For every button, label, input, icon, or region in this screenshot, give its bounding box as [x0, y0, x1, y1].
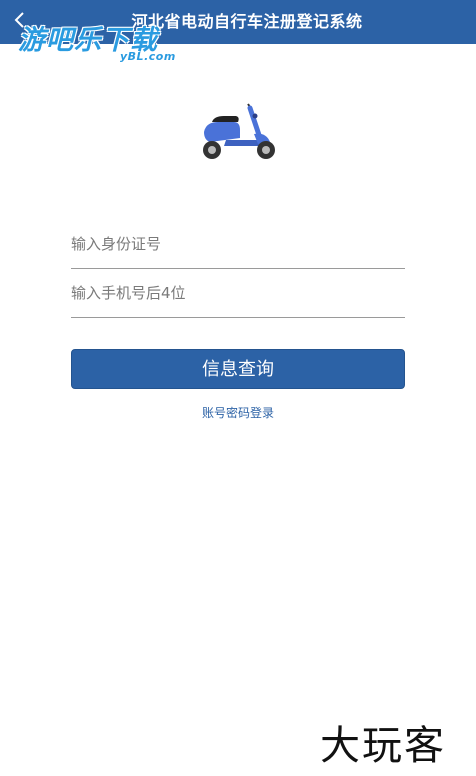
id-card-input[interactable]	[71, 220, 405, 268]
scooter-icon	[203, 103, 275, 159]
phone-field	[71, 269, 405, 318]
password-login-link[interactable]: 账号密码登录	[0, 404, 476, 421]
query-button[interactable]: 信息查询	[71, 349, 405, 389]
watermark-logo: 游吧乐下载 yBL.com	[18, 18, 188, 66]
id-card-field	[71, 220, 405, 269]
phone-last4-input[interactable]	[71, 269, 405, 317]
watermark-text: 大玩客	[320, 723, 446, 769]
watermark-logo-subtext: yBL.com	[120, 50, 176, 63]
